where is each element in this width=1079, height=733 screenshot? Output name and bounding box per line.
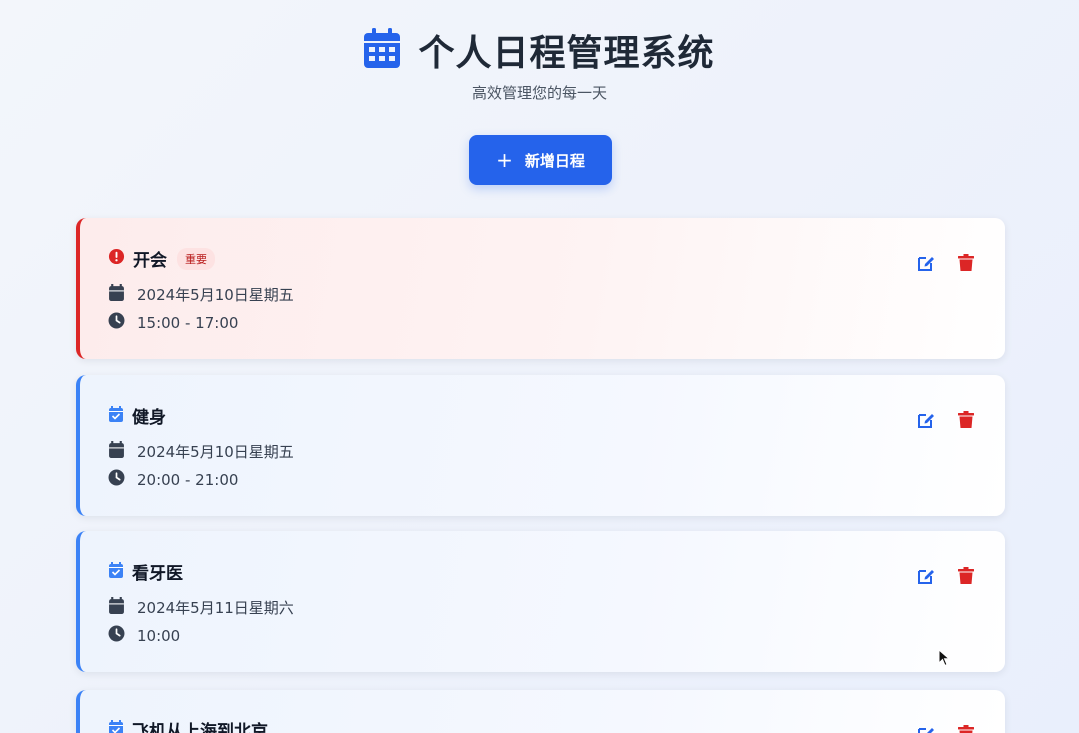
card-title-row: 开会 重要 bbox=[108, 246, 215, 271]
card-actions bbox=[917, 254, 975, 272]
card-title-row: 飞机从上海到北京 bbox=[108, 717, 268, 733]
schedule-time: 10:00 bbox=[137, 626, 181, 645]
card-actions bbox=[917, 725, 975, 733]
edit-icon[interactable] bbox=[917, 567, 935, 585]
schedule-title: 看牙医 bbox=[132, 564, 183, 584]
schedule-title: 飞机从上海到北京 bbox=[132, 722, 268, 733]
plus-icon: + bbox=[496, 148, 513, 172]
calendar-check-icon bbox=[108, 719, 124, 733]
page-header: 个人日程管理系统 高效管理您的每一天 bbox=[0, 24, 1079, 103]
clock-icon bbox=[108, 625, 125, 646]
mouse-cursor-icon bbox=[938, 648, 951, 667]
calendar-check-icon bbox=[108, 561, 124, 582]
calendar-icon bbox=[108, 597, 125, 618]
card-actions bbox=[917, 567, 975, 585]
important-badge: 重要 bbox=[177, 247, 215, 270]
edit-icon[interactable] bbox=[917, 254, 935, 272]
schedule-time: 15:00 - 17:00 bbox=[137, 313, 239, 332]
schedule-date: 2024年5月10日星期五 bbox=[137, 286, 294, 304]
calendar-icon bbox=[108, 441, 125, 462]
schedule-title: 开会 bbox=[133, 251, 167, 271]
schedule-date: 2024年5月11日星期六 bbox=[137, 599, 294, 617]
add-schedule-label: 新增日程 bbox=[524, 151, 585, 170]
schedule-date: 2024年5月10日星期五 bbox=[137, 443, 294, 461]
clock-icon bbox=[108, 469, 125, 490]
edit-icon[interactable] bbox=[917, 725, 935, 733]
schedule-time-row: 20:00 - 21:00 bbox=[108, 469, 238, 490]
clock-icon bbox=[108, 312, 125, 333]
title-row: 个人日程管理系统 bbox=[364, 24, 714, 76]
calendar-check-icon bbox=[108, 405, 124, 426]
schedule-date-row: 2024年5月10日星期五 bbox=[108, 441, 294, 462]
delete-icon[interactable] bbox=[957, 254, 975, 272]
schedule-card[interactable]: 飞机从上海到北京 bbox=[76, 690, 1005, 733]
schedule-date-row: 2024年5月10日星期五 bbox=[108, 284, 294, 305]
delete-icon[interactable] bbox=[957, 567, 975, 585]
page-subtitle: 高效管理您的每一天 bbox=[471, 84, 607, 102]
delete-icon[interactable] bbox=[957, 411, 975, 429]
schedule-date-row: 2024年5月11日星期六 bbox=[108, 597, 294, 618]
page-title: 个人日程管理系统 bbox=[418, 33, 715, 74]
card-title-row: 看牙医 bbox=[108, 559, 183, 584]
card-actions bbox=[917, 411, 975, 429]
schedule-time-row: 10:00 bbox=[108, 625, 180, 646]
add-schedule-button[interactable]: + 新增日程 bbox=[469, 135, 612, 185]
schedule-time: 20:00 - 21:00 bbox=[137, 470, 239, 489]
schedule-time-row: 15:00 - 17:00 bbox=[108, 312, 238, 333]
schedule-card[interactable]: 健身 2024年5月10日星期五 20:00 - 21:00 bbox=[76, 375, 1005, 516]
card-title-row: 健身 bbox=[108, 403, 166, 428]
schedule-card[interactable]: 看牙医 2024年5月11日星期六 10:00 bbox=[76, 531, 1005, 672]
schedule-title: 健身 bbox=[132, 408, 166, 428]
edit-icon[interactable] bbox=[917, 411, 935, 429]
calendar-icon bbox=[364, 28, 401, 72]
alert-icon bbox=[108, 248, 125, 269]
calendar-icon bbox=[108, 284, 125, 305]
delete-icon[interactable] bbox=[957, 725, 975, 733]
schedule-card[interactable]: 开会 重要 2024年5月10日星期五 15:00 - 17:00 bbox=[76, 218, 1005, 359]
